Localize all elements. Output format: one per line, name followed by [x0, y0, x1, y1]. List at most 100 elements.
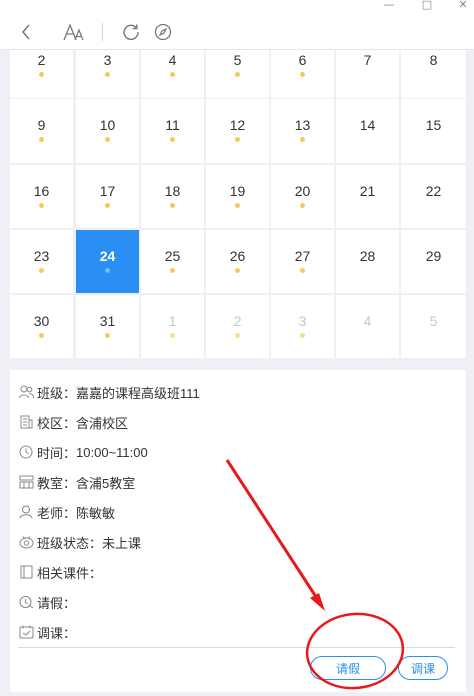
class-indicator-dot — [105, 137, 110, 142]
day-number: 4 — [168, 52, 177, 68]
calendar-day[interactable]: 18 — [141, 165, 204, 228]
calendar-day[interactable]: 3 — [76, 50, 139, 98]
day-number: 3 — [103, 52, 112, 68]
day-number: 29 — [425, 248, 442, 264]
class-indicator-dot — [170, 137, 175, 142]
detail-room: 教室： 含浦5教室 — [18, 472, 135, 492]
class-indicator-dot — [170, 333, 175, 338]
calendar-day[interactable]: 30 — [10, 295, 73, 358]
class-indicator-dot — [39, 137, 44, 142]
day-number: 27 — [294, 248, 311, 264]
status-icon — [18, 534, 34, 550]
day-number: 20 — [294, 183, 311, 199]
calendar-week-row: 16 17 18 19 20 21 22 — [10, 165, 466, 228]
calendar-day[interactable]: 14 — [336, 99, 399, 163]
calendar-day[interactable]: 6 — [271, 50, 334, 98]
calendar-day[interactable]: 4 — [141, 50, 204, 98]
class-indicator-dot — [300, 72, 305, 77]
calendar-day[interactable]: 22 — [401, 165, 466, 228]
day-number: 28 — [359, 248, 376, 264]
calendar-day[interactable]: 21 — [336, 165, 399, 228]
calendar-day[interactable]: 27 — [271, 230, 334, 293]
teacher-label: 老师： — [37, 505, 77, 521]
calendar-day[interactable]: 20 — [271, 165, 334, 228]
calendar-day[interactable]: 12 — [206, 99, 269, 163]
day-number: 11 — [165, 117, 180, 133]
calendar-day[interactable]: 4 — [336, 295, 399, 358]
class-indicator-dot — [235, 137, 240, 142]
detail-leave: 请假： — [18, 592, 76, 612]
class-indicator-dot — [170, 268, 175, 273]
font-size-icon[interactable] — [62, 20, 86, 44]
class-indicator-dot — [235, 203, 240, 208]
day-number: 17 — [99, 183, 116, 199]
adjust-label: 调课： — [37, 625, 77, 641]
class-value: 嘉嘉的课程高级班111 — [76, 385, 200, 401]
calendar-day[interactable]: 7 — [336, 50, 399, 98]
calendar-day[interactable]: 26 — [206, 230, 269, 293]
status-value: 未上课 — [102, 535, 142, 551]
detail-status: 班级状态： 未上课 — [18, 532, 141, 552]
calendar-day[interactable]: 9 — [10, 99, 73, 163]
leave-button[interactable]: 请假 — [310, 656, 386, 680]
class-indicator-dot — [105, 333, 110, 338]
class-indicator-dot — [105, 72, 110, 77]
calendar-day-selected[interactable]: 24 — [76, 230, 139, 293]
detail-courseware: 相关课件： — [18, 562, 102, 582]
refresh-icon[interactable] — [120, 20, 142, 44]
calendar-day[interactable]: 13 — [271, 99, 334, 163]
detail-time: 时间： 10:00~11:00 — [18, 442, 148, 462]
day-number: 9 — [37, 117, 46, 133]
class-indicator-dot — [235, 333, 240, 338]
calendar-day[interactable]: 5 — [206, 50, 269, 98]
minimize-button[interactable]: — — [379, 0, 399, 11]
calendar-day[interactable]: 5 — [401, 295, 466, 358]
calendar-day[interactable]: 31 — [76, 295, 139, 358]
class-indicator-dot — [300, 203, 305, 208]
person-icon — [18, 504, 34, 520]
day-number: 18 — [164, 183, 181, 199]
calendar-day[interactable]: 2 — [10, 50, 73, 98]
calendar-day[interactable]: 29 — [401, 230, 466, 293]
clock-icon — [18, 444, 34, 460]
calendar-day[interactable]: 17 — [76, 165, 139, 228]
calendar-day[interactable]: 15 — [401, 99, 466, 163]
back-arrow-icon[interactable] — [16, 20, 36, 44]
courseware-label[interactable]: 相关课件： — [37, 563, 102, 582]
room-value: 含浦5教室 — [76, 475, 136, 491]
day-number: 2 — [233, 313, 242, 329]
calendar-day[interactable]: 23 — [10, 230, 73, 293]
calendar-day[interactable]: 10 — [76, 99, 139, 163]
leave-label: 请假： — [37, 595, 77, 611]
building-icon — [18, 414, 34, 430]
calendar-day[interactable]: 25 — [141, 230, 204, 293]
calendar-week-row: 9 10 11 12 13 14 15 — [10, 99, 466, 163]
day-number: 7 — [363, 52, 372, 68]
calendar-day[interactable]: 3 — [271, 295, 334, 358]
calendar-day[interactable]: 1 — [141, 295, 204, 358]
calendar-day[interactable]: 16 — [10, 165, 73, 228]
class-indicator-dot — [105, 268, 110, 273]
day-number: 10 — [99, 117, 116, 133]
detail-class: 班级： 嘉嘉的课程高级班111 — [18, 382, 200, 402]
calendar-day[interactable]: 2 — [206, 295, 269, 358]
adjust-class-button[interactable]: 调课 — [398, 656, 448, 680]
class-indicator-dot — [300, 268, 305, 273]
time-label: 时间： — [37, 445, 77, 461]
teacher-value: 陈敏敏 — [76, 505, 116, 521]
calendar-day[interactable]: 28 — [336, 230, 399, 293]
app-window: — □ ✕ 2 3 4 5 6 7 8 9 10 11 12 13 14 15 16 17 18 19 20 21 22… — [0, 0, 474, 696]
compass-icon[interactable] — [152, 20, 174, 44]
calendar-day[interactable]: 11 — [141, 99, 204, 163]
title-bar: — □ ✕ — [0, 0, 474, 14]
campus-value: 含浦校区 — [76, 415, 129, 431]
toolbar-separator — [102, 23, 103, 41]
day-number: 30 — [33, 313, 50, 329]
class-indicator-dot — [235, 72, 240, 77]
class-indicator-dot — [105, 203, 110, 208]
calendar-day[interactable]: 19 — [206, 165, 269, 228]
maximize-button[interactable]: □ — [417, 0, 437, 11]
close-button[interactable]: ✕ — [453, 0, 473, 11]
calendar-day[interactable]: 8 — [401, 50, 466, 98]
day-number: 13 — [294, 117, 311, 133]
